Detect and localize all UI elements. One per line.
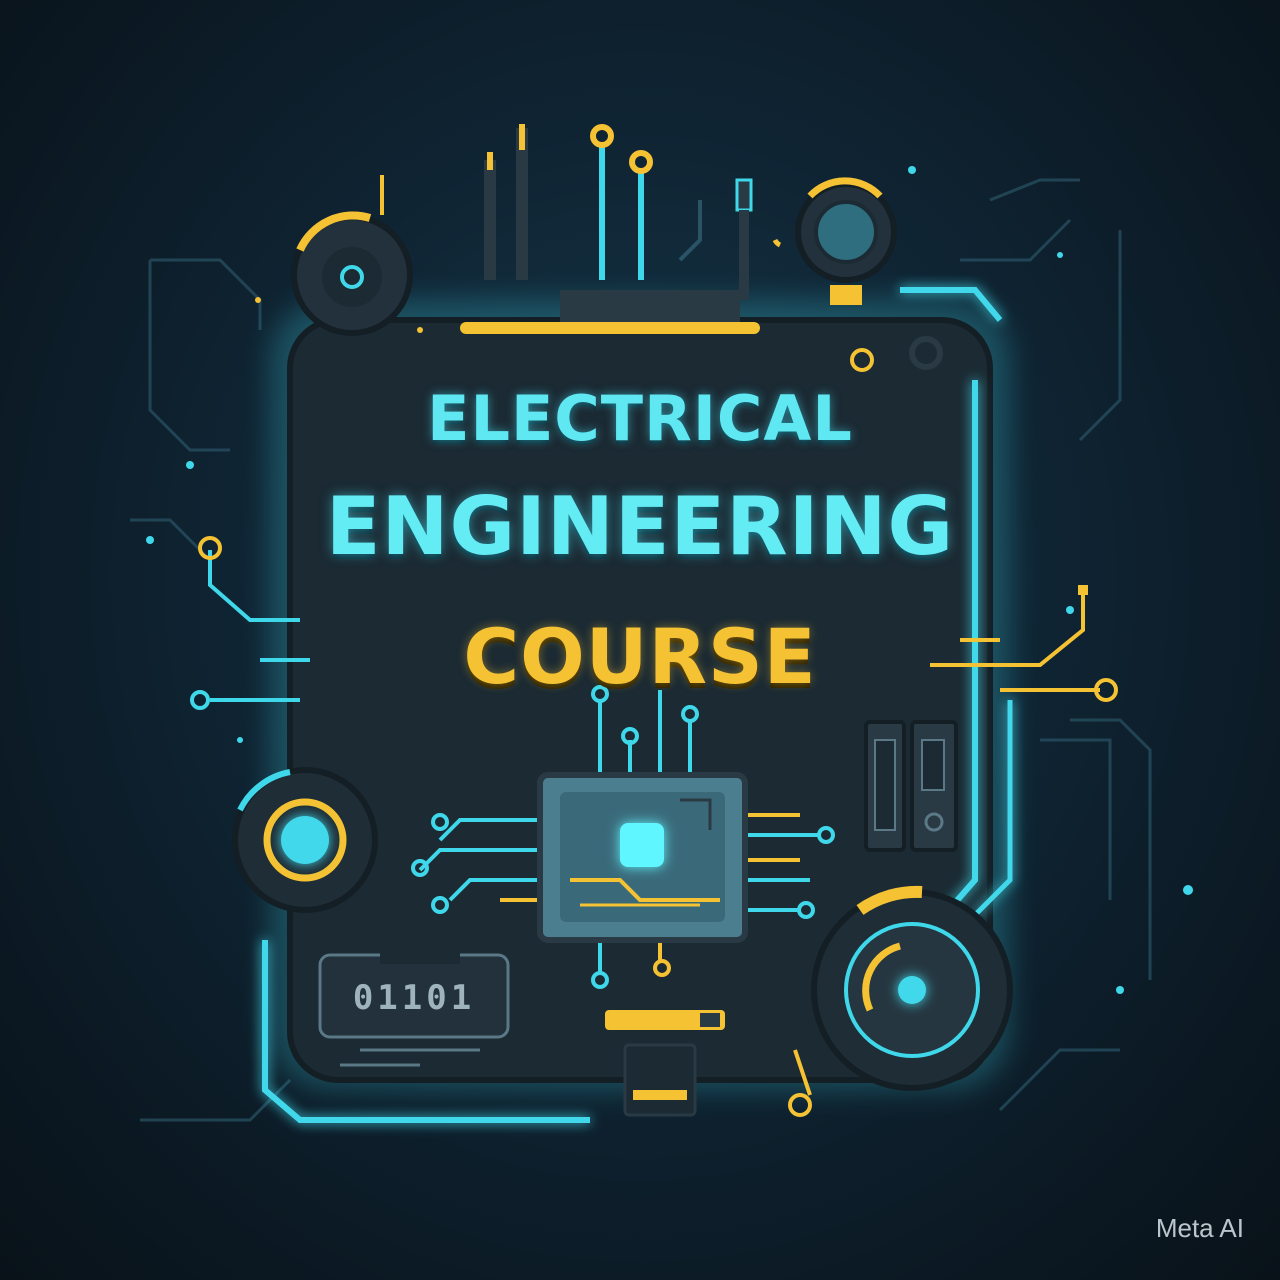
title-line-engineering: ENGINEERING — [325, 480, 955, 573]
title-line-course: COURSE — [463, 612, 817, 701]
switch-icon — [864, 720, 958, 852]
dial-icon — [232, 767, 378, 913]
speaker-icon — [291, 211, 413, 336]
watermark: Meta AI — [1155, 1213, 1244, 1243]
lens-icon — [772, 177, 897, 305]
top-pins — [380, 124, 753, 300]
title-line-electrical: ELECTRICAL — [427, 382, 853, 455]
binary-label: 01101 — [352, 978, 476, 1018]
